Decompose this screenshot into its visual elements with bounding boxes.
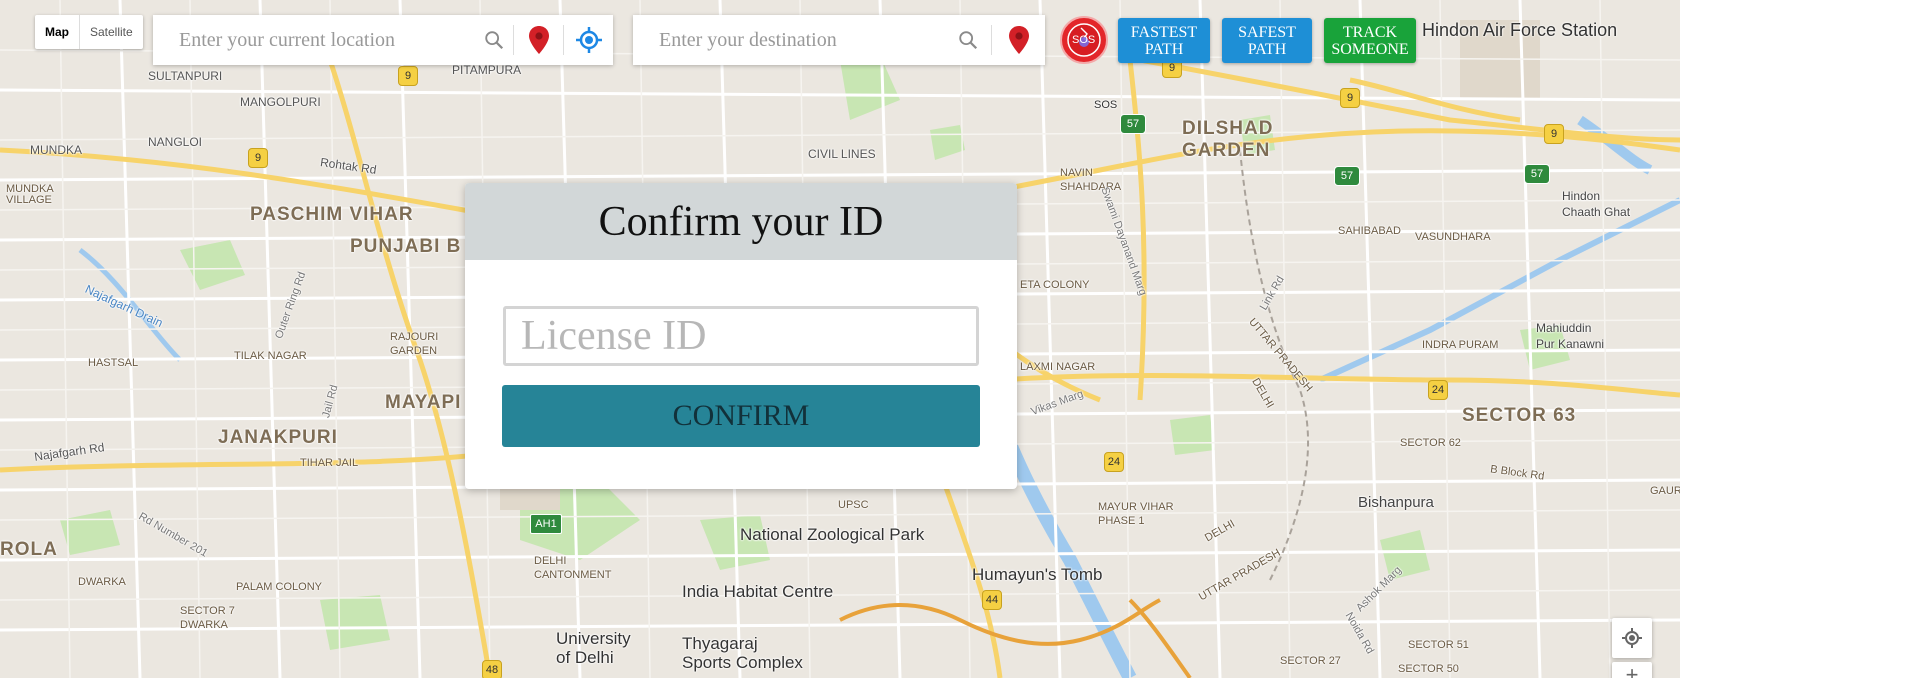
map-pin-icon[interactable]	[514, 15, 563, 65]
fastest-path-button[interactable]: FASTEST PATH	[1118, 18, 1210, 63]
place-label: SULTANPURI	[148, 69, 223, 83]
map-pin-icon[interactable]	[992, 15, 1045, 65]
zoom-in-button[interactable]: +	[1612, 662, 1652, 678]
place-label: MUNDKA	[30, 143, 83, 157]
place-label: SECTOR 62	[1400, 437, 1461, 449]
place-label: UPSC	[838, 499, 869, 511]
license-id-field	[503, 306, 979, 366]
highway-shield: 48	[482, 660, 502, 678]
place-label: PALAM COLONY	[236, 581, 322, 593]
highway-shield: 24	[1104, 452, 1124, 472]
poi-label: National Zoological Park	[740, 525, 925, 544]
place-label: Hindon Chaath Ghat	[1562, 189, 1631, 219]
safest-path-button[interactable]: SAFEST PATH	[1222, 18, 1312, 63]
highway-shield: 9	[248, 148, 268, 168]
confirm-id-modal: Confirm your ID CONFIRM	[465, 183, 1017, 489]
place-label: SECTOR 51	[1408, 639, 1469, 651]
highway-shield: 9	[1544, 124, 1564, 144]
place-label: ROLA	[0, 539, 58, 560]
map-type-map-button[interactable]: Map	[35, 15, 80, 49]
place-label: LAXMI NAGAR	[1020, 361, 1096, 373]
sos-button[interactable]: SOS	[1060, 16, 1108, 64]
sos-label: SOS	[1072, 34, 1096, 46]
map-type-satellite-button[interactable]: Satellite	[80, 15, 143, 49]
map-canvas[interactable]: SULTANPURI PITAMPURA MANGOLPURI NANGLOI …	[0, 0, 1680, 678]
place-label: MAYAPI	[385, 392, 462, 413]
source-search-box	[153, 14, 613, 66]
place-label: ETA COLONY	[1020, 279, 1090, 291]
poi-label: Thyagaraj Sports Complex	[682, 634, 803, 672]
highway-shield: 9	[1340, 88, 1360, 108]
confirm-button[interactable]: CONFIRM	[502, 385, 980, 447]
search-icon[interactable]	[474, 15, 513, 65]
place-label: TIHAR JAIL	[300, 457, 359, 469]
place-label: PUNJABI B	[350, 236, 462, 257]
place-label: DELHI CANTONMENT	[534, 555, 612, 581]
search-icon[interactable]	[944, 15, 991, 65]
poi-label: University of Delhi	[556, 629, 631, 667]
place-label: RAJOURI GARDEN	[390, 331, 439, 357]
source-location-input[interactable]	[153, 14, 475, 66]
place-label: SECTOR 63	[1462, 405, 1577, 426]
place-label: Bishanpura	[1358, 494, 1434, 511]
place-label: Mahiuddin Pur Kanawni	[1536, 321, 1605, 351]
map-type-toggle: Map Satellite	[35, 15, 143, 49]
poi-label: Humayun's Tomb	[972, 565, 1103, 584]
destination-input[interactable]	[633, 14, 945, 66]
highway-shield: 57	[1334, 166, 1360, 186]
license-id-input[interactable]	[506, 309, 976, 363]
highway-shield: 57	[1120, 114, 1146, 134]
place-label: MAYUR VIHAR PHASE 1	[1098, 501, 1174, 527]
place-label: Hindon Air Force Station	[1422, 20, 1618, 40]
place-label: VASUNDHARA	[1415, 231, 1491, 243]
place-label: MANGOLPURI	[240, 95, 321, 109]
place-label: GAUR	[1650, 485, 1680, 497]
place-label: JANAKPURI	[218, 427, 338, 448]
place-label: TILAK NAGAR	[234, 350, 307, 362]
place-label: SECTOR 7 DWARKA	[180, 605, 235, 631]
poi-label: India Habitat Centre	[682, 582, 834, 601]
place-label: DWARKA	[78, 576, 126, 588]
my-location-icon	[1622, 628, 1642, 648]
place-label: SECTOR 27	[1280, 655, 1341, 667]
highway-shield: 57	[1524, 164, 1550, 184]
highway-shield: AH1	[530, 514, 562, 534]
place-label: INDRA PURAM	[1422, 339, 1499, 351]
place-label: PASCHIM VIHAR	[250, 204, 414, 225]
place-label: MUNDKA VILLAGE	[6, 183, 54, 206]
current-location-icon[interactable]	[564, 15, 613, 65]
place-label: CIVIL LINES	[808, 147, 876, 161]
place-label: SOS	[1094, 99, 1118, 111]
place-label: NAVIN SHAHDARA	[1060, 167, 1122, 193]
place-label: SECTOR 50	[1398, 663, 1459, 675]
highway-shield: 24	[1428, 380, 1448, 400]
modal-header: Confirm your ID	[465, 183, 1017, 260]
place-label: HASTSAL	[88, 357, 139, 369]
track-someone-button[interactable]: TRACK SOMEONE	[1324, 18, 1416, 63]
modal-title: Confirm your ID	[598, 198, 884, 245]
highway-shield: 9	[398, 66, 418, 86]
place-label: SAHIBABAD	[1338, 225, 1401, 237]
place-label: DILSHAD GARDEN	[1182, 118, 1274, 161]
place-label: NANGLOI	[148, 135, 203, 149]
destination-search-box	[633, 14, 1045, 66]
my-location-button[interactable]	[1612, 618, 1652, 658]
highway-shield: 44	[982, 590, 1002, 610]
